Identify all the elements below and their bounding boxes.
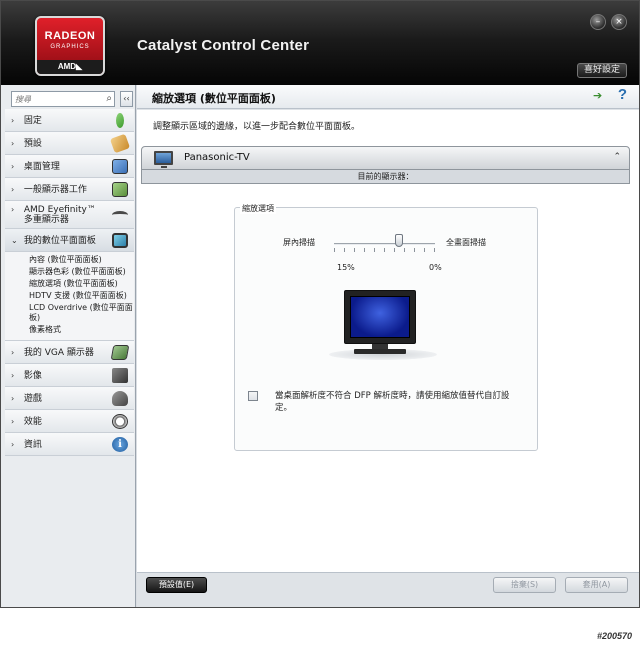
subitem-hdtv-support[interactable]: HDTV 支援 (數位平面面板) [29,291,134,301]
performance-icon [112,414,128,429]
sidebar-item-label: 桌面管理 [23,162,60,172]
collapse-sidebar-button[interactable]: ‹‹ [120,91,133,107]
subitem-pixel-format[interactable]: 像素格式 [29,325,134,335]
subitem-properties[interactable]: 內容 (數位平面面板) [29,255,134,265]
monitor-preview-image [329,290,439,366]
page-description: 調整顯示區域的邊緣，以進一步配合數位平面面板。 [153,122,361,132]
sidebar-item-label: 效能 [23,417,42,427]
chevron-right-icon: › [11,348,15,357]
underscan-value: 15% [337,263,355,272]
radeon-logo: RADEON GRAPHICS AMD◣ [35,16,105,76]
help-icon[interactable]: ? [618,86,627,103]
search-box[interactable]: ⌕ [11,91,115,107]
apply-button[interactable]: 套用(A) [565,577,628,593]
close-button[interactable]: × [611,14,627,30]
sidebar-item-flat-panel[interactable]: ⌄ 我的數位平面面板 [5,229,134,252]
current-display-label: 目前的顯示器： [141,170,630,184]
sidebar-item-pinned[interactable]: › 固定 [5,109,134,132]
sidebar-item-presets[interactable]: › 預設 [5,132,134,155]
chevron-down-icon: ⌄ [11,236,18,245]
footer-bar: 預設值(E) 捨棄(S) 套用(A) [137,572,639,607]
pin-page-icon[interactable]: ➔ [593,90,605,102]
minimize-button[interactable]: – [590,14,606,30]
sidebar: ⌕ ‹‹ › 固定 › 預設 › 桌面管理 › 一般顯示器工作 [1,85,136,607]
scaling-slider-thumb[interactable] [394,234,403,247]
vga-display-icon [110,345,130,360]
tv-icon [154,151,173,168]
display-tasks-icon [112,182,128,197]
underscan-label: 屏內掃描 [283,238,315,247]
group-title: 縮放選項 [240,203,276,214]
chevron-right-icon: › [11,440,15,449]
logo-line3: AMD◣ [37,60,103,74]
desktop-manage-icon [112,159,128,174]
post-number: #200570 [596,631,632,641]
flat-panel-subitems: 內容 (數位平面面板) 顯示器色彩 (數位平面面板) 縮放選項 (數位平面面板)… [5,252,134,341]
subitem-lcd-overdrive[interactable]: LCD Overdrive (數位平面面板) [29,303,134,323]
ccc-window: RADEON GRAPHICS AMD◣ Catalyst Control Ce… [0,0,640,608]
sidebar-nav: › 固定 › 預設 › 桌面管理 › 一般顯示器工作 › AMD Eyefini… [5,109,134,456]
sidebar-item-vga-display[interactable]: › 我的 VGA 顯示器 [5,341,134,364]
sidebar-item-label: 影像 [23,371,42,381]
scaling-options-group: 縮放選項 屏內掃描 全畫面掃描 15% 0% 當桌面解析度不符合 DFP 解析度… [234,203,538,451]
scaling-slider-track[interactable] [334,243,435,245]
pin-icon [116,113,124,128]
defaults-button[interactable]: 預設值(E) [146,577,207,593]
chevron-right-icon: › [11,185,15,194]
use-scaling-label: 當桌面解析度不符合 DFP 解析度時，請使用縮放值替代自訂設定。 [275,391,510,413]
sidebar-item-gaming[interactable]: › 遊戲 [5,387,134,410]
app-title: Catalyst Control Center [137,37,310,54]
sidebar-item-desktop-management[interactable]: › 桌面管理 [5,155,134,178]
monitor-stand [354,349,406,354]
chevron-right-icon: › [11,371,15,380]
chevron-right-icon: › [11,394,15,403]
sidebar-item-eyefinity[interactable]: › AMD Eyefinity™ 多重顯示器 [5,201,134,229]
chevron-right-icon: › [11,116,15,125]
page-title: 縮放選項 (數位平面面板) [152,92,276,105]
flat-panel-icon [112,233,128,248]
search-input[interactable] [12,92,96,106]
video-icon [112,368,128,383]
gaming-icon [112,391,128,406]
content-area: 調整顯示區域的邊緣，以進一步配合數位平面面板。 Panasonic-TV ⌃ 目… [137,110,639,572]
preferences-button[interactable]: 喜好設定 [576,63,627,78]
chevron-right-icon: › [11,417,15,426]
info-icon: i [112,437,128,452]
eyefinity-icon [112,211,128,219]
presets-icon [109,133,131,154]
use-scaling-checkbox[interactable] [248,391,258,401]
sidebar-item-information[interactable]: › 資訊 i [5,433,134,456]
sidebar-item-display-tasks[interactable]: › 一般顯示器工作 [5,178,134,201]
subitem-scaling-options[interactable]: 縮放選項 (數位平面面板) [29,279,134,289]
monitor-frame [344,290,416,344]
sidebar-item-label: 固定 [23,116,42,126]
discard-button[interactable]: 捨棄(S) [493,577,556,593]
monitor-screen [350,296,410,338]
sidebar-item-label: AMD Eyefinity™ 多重顯示器 [23,205,96,225]
chevron-right-icon: › [11,139,15,148]
slider-ticks [334,248,435,252]
sidebar-item-label: 資訊 [23,440,42,450]
logo-line1: RADEON [44,30,96,42]
main-header: 縮放選項 (數位平面面板) ➔ ? [137,85,639,109]
title-bar: RADEON GRAPHICS AMD◣ Catalyst Control Ce… [1,1,639,85]
sidebar-item-label: 預設 [23,139,42,149]
chevron-right-icon: › [11,162,15,171]
display-selector[interactable]: Panasonic-TV ⌃ [141,146,630,170]
subitem-display-color[interactable]: 顯示器色彩 (數位平面面板) [29,267,134,277]
sidebar-item-label: 我的數位平面面板 [23,236,96,246]
display-name: Panasonic-TV [184,152,250,163]
overscan-value: 0% [429,263,442,272]
chevron-right-icon: › [11,205,15,214]
logo-line2: GRAPHICS [50,44,90,50]
sidebar-item-label: 一般顯示器工作 [23,185,87,195]
chevron-up-icon[interactable]: ⌃ [613,152,621,162]
sidebar-item-video[interactable]: › 影像 [5,364,134,387]
search-icon[interactable]: ⌕ [106,93,112,104]
sidebar-item-performance[interactable]: › 效能 [5,410,134,433]
overscan-label: 全畫面掃描 [446,238,486,247]
sidebar-item-label: 遊戲 [23,394,42,404]
sidebar-item-label: 我的 VGA 顯示器 [23,348,94,358]
main-panel: 縮放選項 (數位平面面板) ➔ ? 調整顯示區域的邊緣，以進一步配合數位平面面板… [137,85,639,607]
